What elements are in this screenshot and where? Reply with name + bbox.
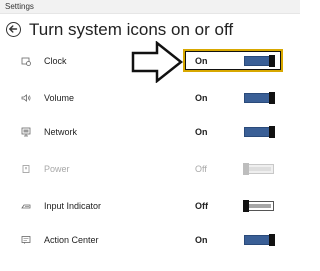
setting-row-volume: Volume On — [0, 88, 300, 108]
power-toggle — [243, 163, 274, 175]
setting-row-action-center: Action Center On — [0, 230, 300, 250]
action-center-icon — [21, 236, 31, 244]
volume-toggle[interactable] — [244, 92, 275, 104]
back-arrow-icon — [8, 25, 18, 33]
setting-row-input-indicator: Input Indicator Off — [0, 196, 300, 216]
toggle-state-text: On — [195, 235, 208, 245]
setting-label: Action Center — [44, 235, 99, 245]
highlight-box — [183, 49, 283, 72]
input-indicator-toggle[interactable] — [243, 200, 274, 212]
back-button[interactable] — [6, 22, 21, 37]
toggle-state-text: Off — [195, 164, 207, 174]
setting-row-network: Network On — [0, 122, 300, 142]
page-title: Turn system icons on or off — [29, 20, 234, 39]
setting-label: Clock — [44, 56, 67, 66]
setting-row-power: Power Off — [0, 159, 300, 179]
network-toggle[interactable] — [244, 126, 275, 138]
keyboard-icon — [21, 204, 31, 209]
setting-label: Power — [44, 164, 70, 174]
window-titlebar: Settings — [0, 0, 300, 14]
toggle-state-text: On — [195, 93, 208, 103]
network-icon — [21, 127, 31, 137]
power-icon — [22, 165, 30, 173]
setting-label: Network — [44, 127, 78, 137]
toggle-state-text: On — [195, 127, 208, 137]
setting-label: Volume — [44, 93, 75, 103]
clock-icon — [21, 57, 31, 66]
action-center-toggle[interactable] — [244, 234, 275, 246]
window-title: Settings — [5, 2, 34, 11]
pointer-arrow-icon — [131, 41, 183, 83]
toggle-state-text: Off — [195, 201, 208, 211]
volume-icon — [21, 94, 31, 102]
setting-label: Input Indicator — [44, 201, 102, 211]
